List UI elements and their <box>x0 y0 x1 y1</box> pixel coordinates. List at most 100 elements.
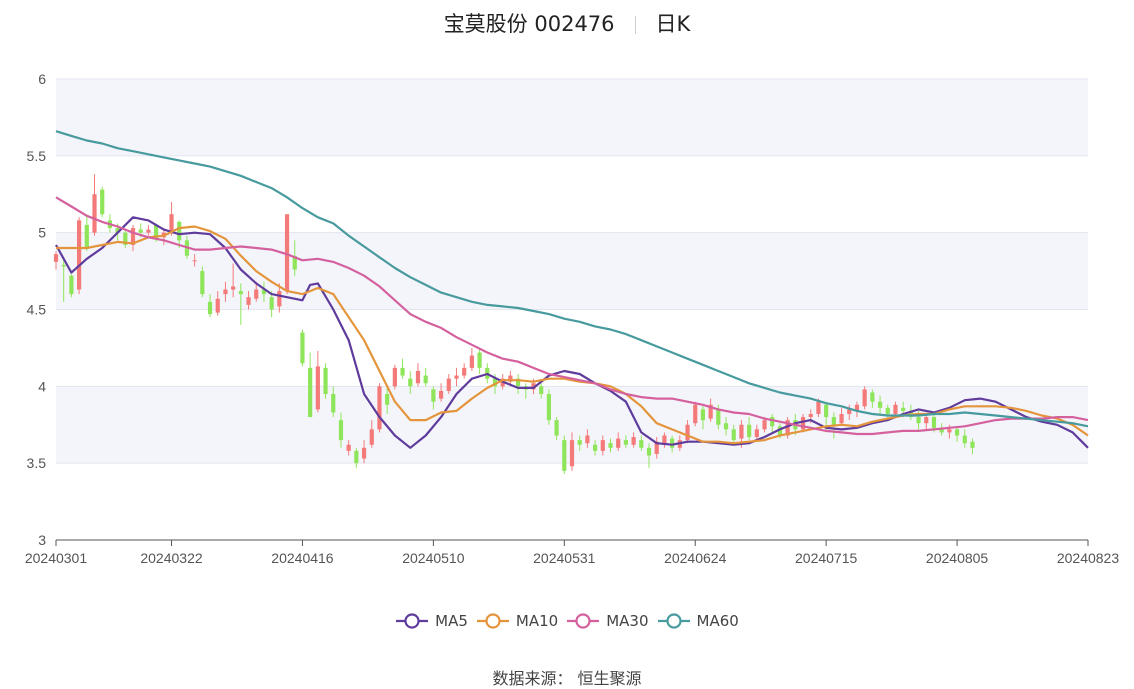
candle-up <box>77 220 82 290</box>
candle-down <box>200 271 205 295</box>
source-value: 恒生聚源 <box>577 669 642 688</box>
candle-down <box>931 417 937 428</box>
legend-item-ma60[interactable]: MA60 <box>657 612 739 630</box>
legend-label: MA5 <box>435 612 468 630</box>
candle-down <box>700 409 706 421</box>
candle-down <box>431 389 436 402</box>
candle-up <box>415 370 421 384</box>
candle-up <box>346 444 351 451</box>
legend-marker-icon <box>657 613 690 629</box>
candle-down <box>962 435 967 444</box>
candle-up <box>246 297 251 305</box>
candle-up <box>215 298 220 313</box>
y-tick-label: 6 <box>38 71 46 87</box>
candle-up <box>454 375 459 379</box>
legend-label: MA60 <box>696 612 739 630</box>
candle-up <box>469 355 474 368</box>
candle-down <box>593 444 598 451</box>
plot-band <box>56 232 1088 310</box>
candle-up <box>277 291 282 307</box>
y-tick-label: 5 <box>38 225 46 241</box>
candle-down <box>731 429 736 441</box>
candle-down <box>670 438 675 448</box>
candle-up <box>839 413 844 424</box>
candle-down <box>400 367 405 376</box>
candle-up <box>616 438 621 448</box>
candle-down <box>477 352 482 368</box>
candle-up <box>893 404 898 414</box>
x-tick-label: 20240531 <box>533 550 596 566</box>
candle-down <box>84 224 89 249</box>
candle-down <box>954 429 960 436</box>
candle-up <box>231 286 236 290</box>
candle-up <box>361 447 367 459</box>
candle-up <box>169 214 174 233</box>
candle-down <box>238 291 243 295</box>
candle-up <box>862 389 867 407</box>
legend-marker-icon <box>567 613 600 629</box>
candle-down <box>562 440 567 471</box>
candle-down <box>354 450 359 464</box>
x-tick-label: 20240715 <box>795 550 858 566</box>
legend-marker-icon <box>396 613 429 629</box>
candle-up <box>192 260 197 262</box>
candle-up <box>816 401 821 414</box>
candle-up <box>808 413 813 418</box>
candle-up <box>446 378 451 391</box>
chart-legend: MA5 MA10 MA30 MA60 <box>0 612 1134 633</box>
x-tick-label: 20240416 <box>271 550 334 566</box>
candle-up <box>377 386 382 430</box>
candle-up <box>739 424 744 439</box>
candle-down <box>877 401 883 408</box>
candle-down <box>308 367 313 418</box>
candle-down <box>723 423 729 430</box>
source-label: 数据来源： <box>492 669 573 688</box>
candle-down <box>916 417 921 424</box>
candle-up <box>392 367 397 387</box>
y-tick-label: 3 <box>38 532 46 548</box>
plot-band <box>56 79 1088 156</box>
legend-label: MA30 <box>606 612 649 630</box>
candle-down <box>408 378 413 387</box>
x-tick-label: 20240301 <box>25 550 88 566</box>
candle-up <box>600 440 605 451</box>
candle-down <box>831 417 836 425</box>
candle-down <box>539 386 544 395</box>
candle-down <box>385 394 390 405</box>
candle-down <box>608 443 613 448</box>
legend-item-ma5[interactable]: MA5 <box>395 612 468 630</box>
x-tick-label: 20240805 <box>926 550 989 566</box>
candle-up <box>569 440 575 467</box>
candle-down <box>338 420 344 441</box>
x-tick-label: 20240322 <box>140 550 203 566</box>
candle-down <box>323 367 328 395</box>
y-tick-label: 4 <box>38 378 46 394</box>
candle-up <box>146 229 151 233</box>
candle-up <box>631 437 636 445</box>
candle-down <box>331 394 336 413</box>
candle-up <box>223 289 228 295</box>
x-tick-label: 20240624 <box>664 550 727 566</box>
candle-up <box>762 420 767 430</box>
candle-down <box>639 440 644 448</box>
x-tick-label: 20240510 <box>402 550 465 566</box>
candle-up <box>585 435 590 444</box>
candle-down <box>269 297 274 310</box>
candle-up <box>369 429 374 445</box>
candle-up <box>924 417 929 424</box>
candle-down <box>300 332 305 364</box>
candle-down <box>824 404 829 418</box>
candle-up <box>92 194 97 233</box>
y-tick-label: 3.5 <box>27 455 47 471</box>
legend-marker-icon <box>476 613 509 629</box>
candle-down <box>716 409 721 425</box>
candle-down <box>577 440 582 445</box>
candle-down <box>747 424 752 438</box>
candle-up <box>438 390 444 399</box>
data-source: 数据来源： 恒生聚源 <box>0 665 1134 689</box>
legend-item-ma10[interactable]: MA10 <box>476 612 558 630</box>
y-tick-label: 4.5 <box>27 302 47 318</box>
candle-down <box>554 420 559 436</box>
x-tick-label: 20240823 <box>1057 550 1120 566</box>
legend-item-ma30[interactable]: MA30 <box>566 612 649 630</box>
